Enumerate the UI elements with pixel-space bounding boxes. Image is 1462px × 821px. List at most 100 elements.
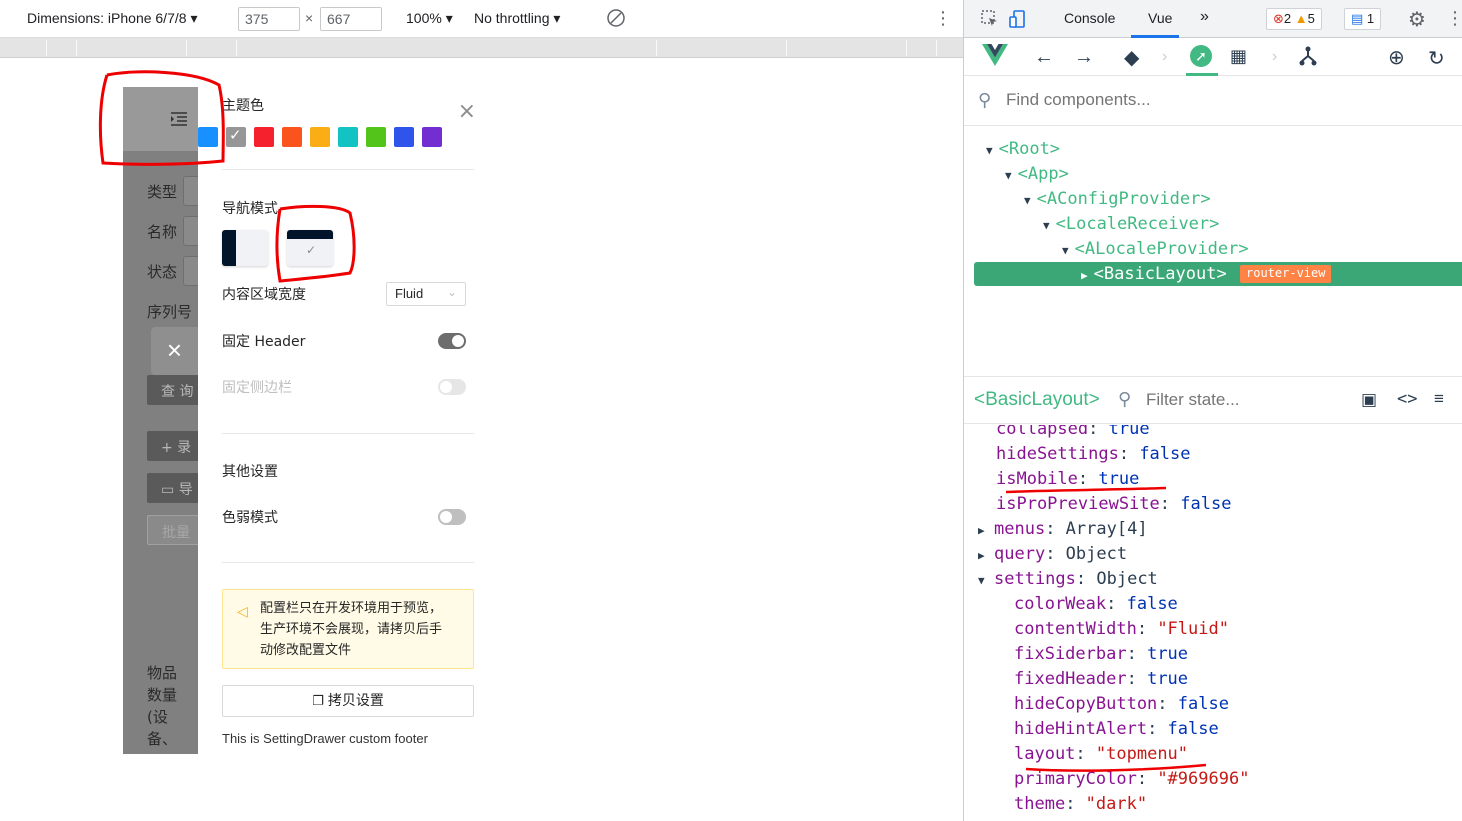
filter-state-input[interactable] [1146, 390, 1326, 410]
state-separator: : [1075, 744, 1096, 764]
device-toggle-icon[interactable] [1008, 9, 1028, 32]
sidemenu-layout-option[interactable] [222, 230, 268, 266]
state-separator: : [1106, 594, 1127, 614]
theme-color-swatch[interactable] [198, 127, 218, 147]
topmenu-layout-option[interactable]: ✓ [287, 230, 333, 266]
separator-chevron-icon: › [1272, 48, 1278, 65]
drawer-close-icon[interactable]: × [458, 99, 476, 124]
theme-color-swatch[interactable] [254, 127, 274, 147]
state-property[interactable]: ▶ query: Object [978, 544, 1127, 564]
more-tabs-icon[interactable]: » [1200, 8, 1209, 26]
settings-gear-icon[interactable]: ⚙ [1408, 7, 1426, 32]
tree-node[interactable]: ▼ <AConfigProvider> [1024, 189, 1211, 209]
state-property[interactable]: layout: "topmenu" [1014, 744, 1188, 764]
content-width-row: 内容区域宽度 Fluid ⌄ [222, 282, 474, 306]
device-select[interactable]: Dimensions: iPhone 6/7/8 ▾ [27, 10, 197, 27]
state-separator: : [1045, 519, 1066, 539]
theme-color-swatch[interactable] [394, 127, 414, 147]
theme-color-swatch[interactable] [226, 126, 246, 147]
forward-arrow-icon[interactable]: → [1074, 46, 1094, 69]
theme-color-swatch[interactable] [282, 127, 302, 147]
tree-node[interactable]: ▼ <App> [1005, 164, 1069, 184]
select-component-target-icon[interactable]: ⊕ [1388, 45, 1405, 70]
height-input[interactable]: 667 [320, 7, 382, 31]
inspect-element-icon[interactable] [980, 9, 1000, 32]
message-icon: ▤ [1351, 11, 1364, 26]
zoom-value: 100% [406, 10, 442, 26]
theme-color-swatch[interactable] [310, 127, 330, 147]
refresh-icon[interactable]: ↻ [1428, 46, 1445, 71]
tab-console[interactable]: Console [1064, 10, 1115, 26]
state-property[interactable]: colorWeak: false [1014, 594, 1178, 614]
theme-color-swatch[interactable] [338, 127, 358, 147]
state-separator: : [1157, 694, 1178, 714]
timeline-icon[interactable]: ▦ [1230, 46, 1247, 67]
routing-compass-icon[interactable]: ➚ [1190, 45, 1212, 67]
rotate-icon[interactable] [606, 8, 626, 31]
state-property[interactable]: ▼ settings: Object [978, 569, 1158, 589]
throttling-select[interactable]: No throttling ▾ [474, 10, 560, 27]
width-input[interactable]: 375 [238, 7, 300, 31]
scroll-to-component-icon[interactable]: ▣ [1361, 390, 1377, 410]
more-options-icon[interactable]: ⋮ [934, 8, 952, 29]
state-property[interactable]: collapsed: true [996, 425, 1150, 439]
theme-color-swatch[interactable] [366, 127, 386, 147]
drawer-footer: This is SettingDrawer custom footer [222, 731, 428, 746]
fixed-header-toggle[interactable] [438, 333, 466, 349]
menu-fold-icon[interactable] [169, 111, 189, 127]
state-property[interactable]: theme: "dark" [1014, 794, 1147, 814]
expand-arrow-icon[interactable]: ▶ [978, 549, 994, 562]
state-property[interactable]: fixedHeader: true [1014, 669, 1188, 689]
tree-node[interactable]: ▶ <BasicLayout> [1081, 264, 1227, 284]
dropdown-arrow-icon: ▾ [553, 10, 561, 26]
content-width-select[interactable]: Fluid ⌄ [386, 282, 466, 306]
zoom-select[interactable]: 100% ▾ [406, 10, 453, 27]
find-components-input[interactable] [1006, 90, 1446, 110]
state-property[interactable]: fixSiderbar: true [1014, 644, 1188, 664]
collapse-icon[interactable]: ≡ [1434, 389, 1444, 409]
expand-arrow-icon[interactable]: ▶ [1081, 269, 1088, 282]
code-icon[interactable]: <> [1397, 389, 1417, 409]
tree-node[interactable]: ▼ <ALocaleProvider> [1062, 239, 1249, 259]
collapse-arrow-icon[interactable]: ▼ [986, 144, 993, 157]
tree-node[interactable]: ▼ <LocaleReceiver> [1043, 214, 1219, 234]
state-property[interactable]: hideHintAlert: false [1014, 719, 1219, 739]
state-key: collapsed [996, 425, 1089, 439]
theme-color-swatch[interactable] [422, 127, 442, 147]
color-weak-toggle[interactable] [438, 509, 466, 525]
collapse-arrow-icon[interactable]: ▼ [978, 574, 994, 587]
state-property[interactable]: hideCopyButton: false [1014, 694, 1229, 714]
alert-line-1: 配置栏只在开发环境用于预览， [260, 601, 443, 616]
phone-header [123, 87, 198, 151]
components-icon[interactable]: ◆ [1124, 45, 1139, 70]
state-property[interactable]: primaryColor: "#969696" [1014, 769, 1249, 789]
state-separator: : [1159, 494, 1181, 514]
state-property[interactable]: contentWidth: "Fluid" [1014, 619, 1229, 639]
theme-color-title: 主题色 [222, 98, 264, 114]
message-badge[interactable]: ▤ 1 [1344, 8, 1382, 30]
state-property[interactable]: hideSettings: false [996, 444, 1191, 464]
router-tree-icon[interactable] [1298, 45, 1318, 73]
collapse-arrow-icon[interactable]: ▼ [1024, 194, 1031, 207]
fixed-sidebar-toggle[interactable] [438, 379, 466, 395]
state-separator: : [1075, 569, 1097, 589]
back-arrow-icon[interactable]: ← [1034, 46, 1054, 69]
state-property[interactable]: ▶ menus: Array[4] [978, 519, 1148, 539]
expand-arrow-icon[interactable]: ▶ [978, 524, 994, 537]
drawer-close-tab[interactable]: × [151, 327, 198, 375]
error-badge[interactable]: ⊗2 ▲5 [1266, 8, 1322, 30]
state-key: primaryColor [1014, 769, 1137, 789]
state-key: layout [1014, 744, 1076, 764]
devtools-more-icon[interactable]: ⋮ [1446, 8, 1462, 29]
content-width-value: Fluid [395, 286, 424, 301]
collapse-arrow-icon[interactable]: ▼ [1005, 169, 1012, 182]
state-property[interactable]: isProPreviewSite: false [996, 494, 1231, 514]
sidemenu-preview-bar [222, 230, 236, 266]
collapse-arrow-icon[interactable]: ▼ [1062, 244, 1069, 257]
tab-vue[interactable]: Vue [1148, 10, 1172, 26]
form-label-name: 名称 [147, 223, 178, 241]
collapse-arrow-icon[interactable]: ▼ [1043, 219, 1050, 232]
tree-node[interactable]: ▼ <Root> [986, 139, 1060, 159]
state-property[interactable]: isMobile: true [996, 469, 1139, 489]
copy-settings-button[interactable]: ❐ 拷贝设置 [222, 685, 474, 717]
